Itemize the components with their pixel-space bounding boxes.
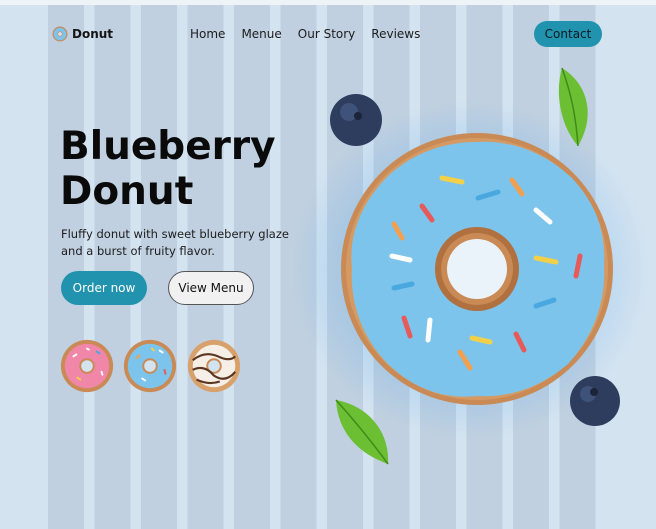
blueberry-top-icon	[330, 94, 382, 146]
donut-logo-icon	[52, 26, 68, 42]
hero-title: Blueberry Donut	[60, 124, 276, 214]
tagline-line-2: and a burst of fruity flavor.	[61, 244, 215, 258]
pink-donut-icon[interactable]	[58, 337, 116, 395]
nav-item-our-story[interactable]: Our Story	[298, 27, 356, 41]
logo-text: Donut	[72, 27, 114, 41]
blueberry-bottom-icon	[570, 376, 620, 426]
nav-item-menu[interactable]: Menue	[241, 27, 281, 41]
main-nav: Home Menue Our Story Reviews	[190, 27, 420, 41]
logo[interactable]: Donut	[52, 26, 113, 42]
chocolate-drizzle-donut-icon[interactable]	[185, 337, 243, 395]
leaf-bottom-icon	[335, 399, 389, 465]
tagline-line-1: Fluffy donut with sweet blueberry glaze	[61, 227, 289, 241]
hero-tagline: Fluffy donut with sweet blueberry glaze …	[61, 226, 311, 260]
hero-title-line-2: Donut	[60, 169, 194, 214]
top-strip	[0, 0, 656, 5]
blueberry-donut-image	[341, 133, 613, 405]
nav-item-home[interactable]: Home	[190, 27, 225, 41]
view-menu-button[interactable]: View Menu	[168, 271, 254, 305]
contact-button[interactable]: Contact	[534, 21, 602, 47]
leaf-top-icon	[558, 67, 588, 147]
nav-item-reviews[interactable]: Reviews	[371, 27, 420, 41]
order-now-button[interactable]: Order now	[61, 271, 147, 305]
blue-donut-icon[interactable]	[121, 337, 179, 395]
hero-title-line-1: Blueberry	[60, 124, 276, 169]
